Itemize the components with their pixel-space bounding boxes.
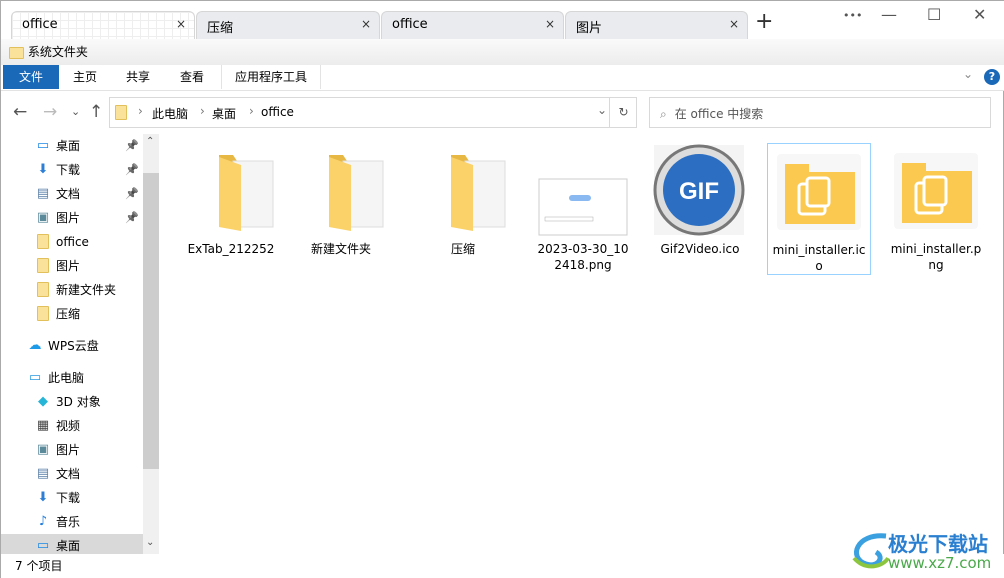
pin-icon[interactable]: 📌 — [125, 206, 139, 230]
sidebar-item-label: 此电脑 — [48, 371, 85, 385]
sidebar-item[interactable]: ▭ 桌面 📌 — [1, 134, 143, 158]
desktop-icon: ▭ — [36, 138, 50, 153]
ribbon-tab-file[interactable]: 文件 — [3, 65, 59, 89]
desktop-icon: ▭ — [36, 538, 50, 553]
file-item[interactable]: 压缩 — [411, 143, 515, 275]
sidebar-item-label: 下载 — [56, 163, 81, 177]
sidebar-item[interactable]: office — [1, 230, 143, 254]
folder-icon — [293, 143, 389, 237]
sidebar-item[interactable]: ▤ 文档 📌 — [1, 182, 143, 206]
sidebar-item-label: 文档 — [56, 187, 81, 201]
pin-icon[interactable]: 📌 — [125, 182, 139, 206]
ribbon-tab-home[interactable]: 主页 — [59, 65, 111, 89]
file-item[interactable]: ExTab_212252 — [179, 143, 283, 275]
download-icon: ⬇ — [37, 162, 49, 177]
svg-text:GIF: GIF — [679, 178, 719, 205]
file-item[interactable]: 2023-03-30_102418.png — [531, 143, 635, 275]
forward-button[interactable]: → — [43, 102, 57, 122]
file-name: ExTab_212252 — [187, 242, 275, 256]
folder-icon — [415, 143, 511, 237]
file-item[interactable]: mini_installer.ico — [767, 143, 871, 275]
sidebar-item[interactable]: ▣ 图片 — [1, 438, 143, 462]
file-name: 新建文件夹 — [310, 242, 371, 256]
file-item[interactable]: mini_installer.png — [884, 143, 988, 275]
3d-icon: ◆ — [38, 394, 48, 409]
sidebar-item[interactable]: ▦ 视频 — [1, 414, 143, 438]
file-name: mini_installer.png — [890, 242, 982, 272]
sidebar-item[interactable]: 新建文件夹 — [1, 278, 143, 302]
sidebar-item-label: 桌面 — [56, 139, 81, 153]
gif-icon: GIF — [652, 143, 748, 237]
sidebar-item[interactable]: ⬇ 下载 📌 — [1, 158, 143, 182]
file-item[interactable]: 新建文件夹 — [289, 143, 393, 275]
sidebar-item[interactable]: ▭ 此电脑 — [1, 366, 143, 390]
item-count: 7 个项目 — [15, 559, 63, 573]
sidebar-item[interactable]: ▤ 文档 — [1, 462, 143, 486]
pictures-icon: ▣ — [36, 210, 50, 225]
sidebar-item-label: 视频 — [56, 419, 81, 433]
scroll-up-icon[interactable]: ⌃ — [146, 136, 154, 147]
pictures-icon: ▣ — [36, 442, 50, 457]
video-icon: ▦ — [36, 418, 50, 433]
tab-label: office — [22, 17, 58, 32]
scrollbar-thumb[interactable] — [143, 173, 159, 469]
folder-icon — [183, 143, 279, 237]
ribbon-tab-share[interactable]: 共享 — [111, 65, 165, 89]
sidebar-item-label: 图片 — [56, 443, 81, 457]
image-thumbnail — [535, 143, 631, 237]
watermark-logo: 极光下载站 www.xz7.com — [846, 526, 996, 574]
folder-icon — [35, 306, 51, 321]
document-icon: ▤ — [36, 186, 50, 201]
sidebar-item-label: 文档 — [56, 467, 81, 481]
folder-icon — [9, 46, 24, 59]
sidebar-item-label: 3D 对象 — [56, 395, 101, 409]
recent-locations-button[interactable]: ⌄ — [71, 105, 80, 118]
sidebar-item[interactable]: ♪ 音乐 — [1, 510, 143, 534]
back-button[interactable]: ← — [13, 102, 27, 122]
sidebar-item[interactable]: ⬇ 下载 — [1, 486, 143, 510]
sidebar-item-label: office — [56, 235, 89, 249]
up-button[interactable]: ↑ — [89, 102, 103, 122]
file-name: Gif2Video.ico — [660, 242, 740, 256]
sidebar-item-label: 新建文件夹 — [56, 283, 117, 297]
sidebar-item-label: 下载 — [56, 491, 81, 505]
installer-icon — [771, 144, 867, 238]
scroll-down-icon[interactable]: ⌄ — [146, 537, 154, 548]
folder-icon — [115, 105, 127, 120]
sidebar-item-label: WPS云盘 — [48, 339, 99, 353]
music-icon: ♪ — [38, 514, 48, 529]
download-icon: ⬇ — [37, 490, 49, 505]
sidebar-item[interactable]: 图片 — [1, 254, 143, 278]
file-name: 压缩 — [450, 242, 475, 256]
file-item[interactable]: GIF Gif2Video.ico — [648, 143, 752, 275]
file-name: mini_installer.ico — [772, 243, 866, 273]
folder-icon — [35, 258, 51, 273]
chevron-right-icon: › — [138, 104, 143, 118]
pin-icon[interactable]: 📌 — [125, 134, 139, 158]
file-view: ExTab_212252 新建文件夹 压缩 2023-03-30_102418.png… — [161, 1, 1004, 554]
sidebar-item[interactable]: 压缩 — [1, 302, 143, 326]
sidebar-item-label: 图片 — [56, 211, 81, 225]
sidebar-item-label: 音乐 — [56, 515, 81, 529]
folder-icon — [35, 282, 51, 297]
pin-icon[interactable]: 📌 — [125, 158, 139, 182]
sidebar-item-label: 图片 — [56, 259, 81, 273]
sidebar-item[interactable]: ◆ 3D 对象 — [1, 390, 143, 414]
file-name: 2023-03-30_102418.png — [537, 242, 629, 272]
sidebar-item-label: 压缩 — [56, 307, 81, 321]
sidebar-item[interactable]: ▣ 图片 📌 — [1, 206, 143, 230]
document-icon: ▤ — [36, 466, 50, 481]
folder-icon — [35, 234, 51, 249]
installer-icon — [888, 143, 984, 237]
sidebar-item[interactable]: ☁ WPS云盘 — [1, 334, 143, 358]
computer-icon: ▭ — [28, 370, 42, 385]
window-title: 系统文件夹 — [27, 45, 88, 59]
cloud-icon: ☁ — [28, 338, 42, 353]
navigation-pane: ▭ 桌面 📌 ⬇ 下载 📌 ▤ 文档 📌 ▣ 图片 📌 office 图片 新建文件夹 压缩 ☁ WPS云盘 ▭ 此电… — [1, 134, 159, 558]
